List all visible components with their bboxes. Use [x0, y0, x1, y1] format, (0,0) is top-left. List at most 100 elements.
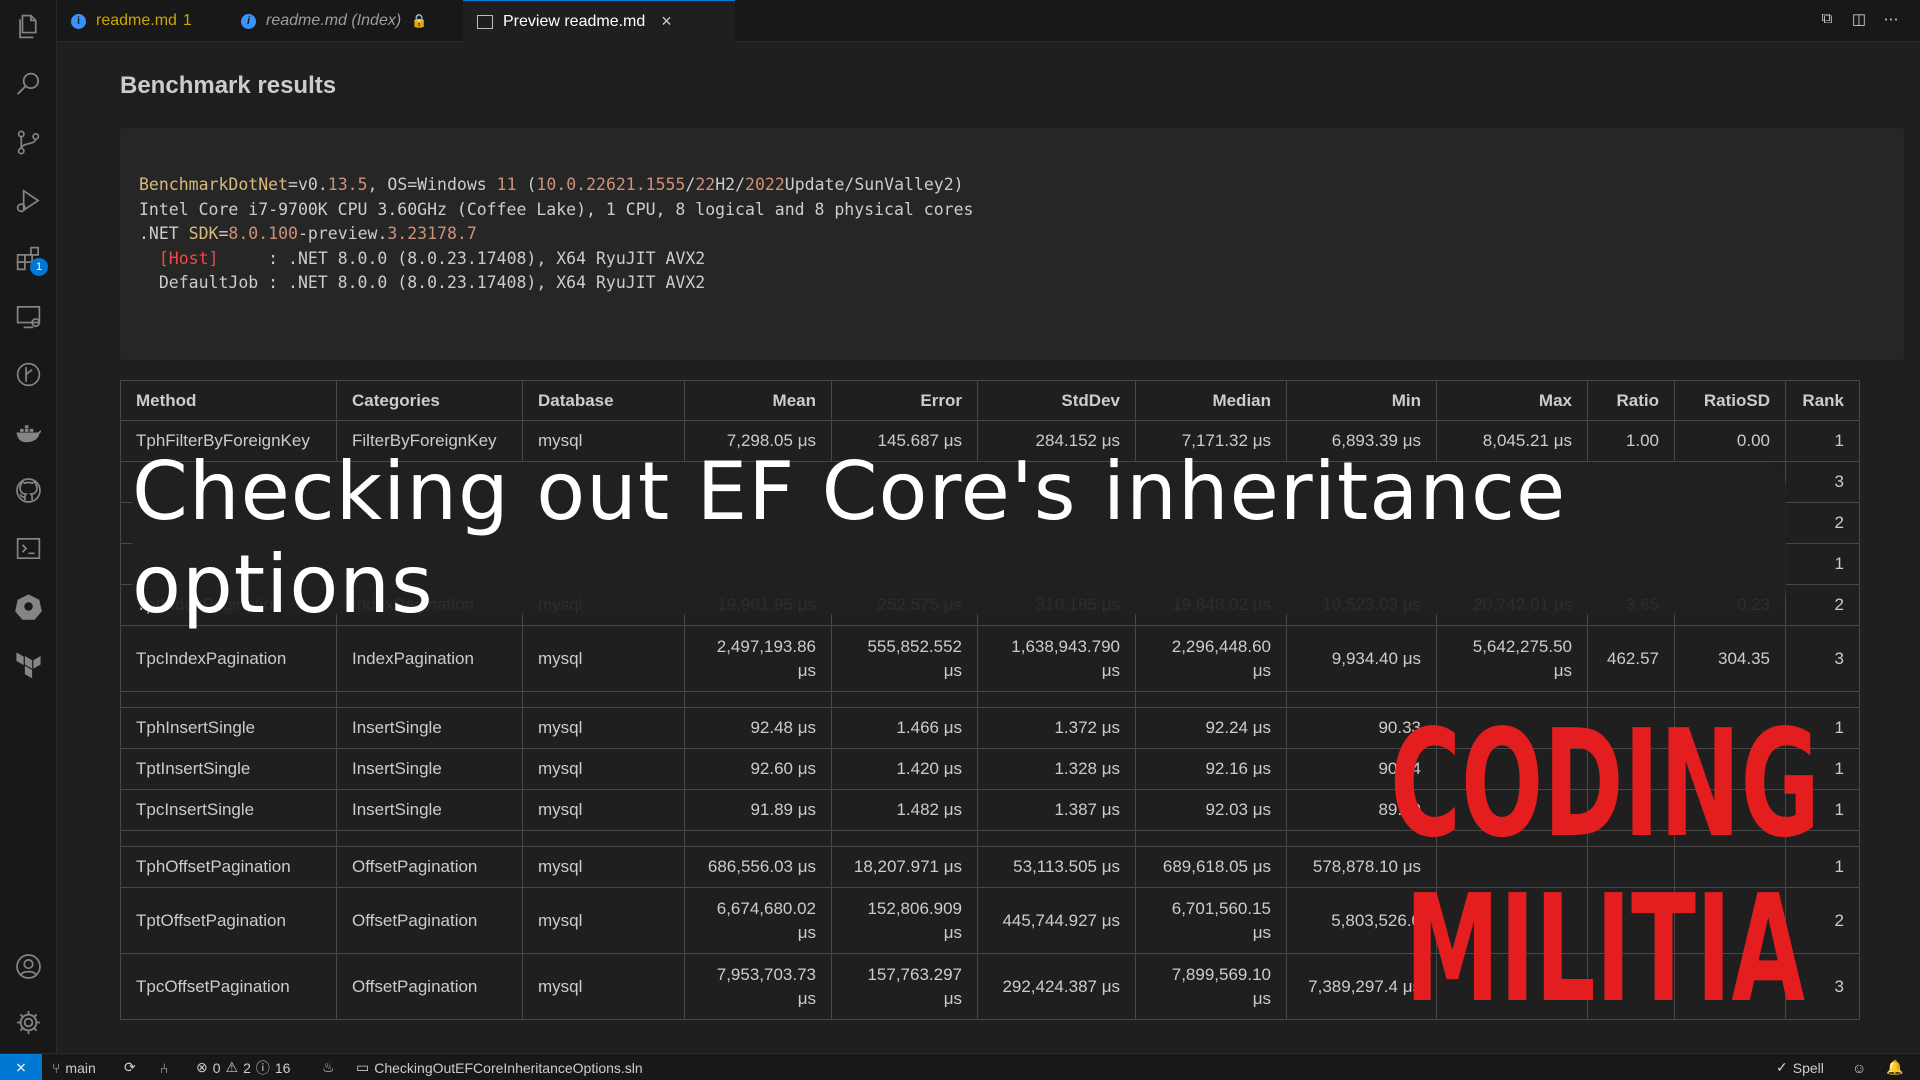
- column-header: Ratio: [1587, 380, 1675, 421]
- solution-indicator[interactable]: ▭ CheckingOutEFCoreInheritanceOptions.sl…: [356, 1054, 643, 1080]
- column-header: Median: [1135, 380, 1287, 421]
- tab-preview-readme[interactable]: Preview readme.md ×: [463, 0, 735, 42]
- table-cell: 304.35: [1674, 625, 1786, 692]
- table-cell: 3: [1785, 625, 1860, 692]
- activity-bar: 1: [0, 0, 57, 1053]
- solution-name: CheckingOutEFCoreInheritanceOptions.sln: [374, 1059, 643, 1076]
- column-header: Min: [1286, 380, 1437, 421]
- table-cell: OffsetPagination: [336, 953, 523, 1020]
- table-cell: 1: [1785, 543, 1860, 585]
- table-cell: mysql: [522, 953, 685, 1020]
- problems-indicator[interactable]: ⊗ 0 ⚠ 2 ⓘ 16: [196, 1054, 290, 1080]
- table-cell: 1.328 μs: [977, 748, 1136, 790]
- table-cell: 292,424.387 μs: [977, 953, 1136, 1020]
- docker-icon[interactable]: [14, 418, 43, 447]
- table-cell: [977, 830, 1136, 847]
- git-graph-status-icon[interactable]: ⑃: [160, 1054, 168, 1080]
- preview-icon: [477, 14, 493, 29]
- code-token: 22: [695, 175, 716, 194]
- code-token: 10.0.22621.1555: [536, 175, 686, 194]
- code-token: SDK: [188, 224, 219, 243]
- tab-label: Preview readme.md: [503, 12, 646, 30]
- table-cell: 6,674,680.02 μs: [684, 887, 832, 954]
- spell-indicator[interactable]: ✓ Spell: [1776, 1054, 1824, 1080]
- split-editor-icon[interactable]: ◫: [1850, 10, 1868, 28]
- table-cell: TpcOffsetPagination: [120, 953, 337, 1020]
- table-cell: 689,618.05 μs: [1135, 846, 1287, 888]
- table-cell: [684, 691, 832, 708]
- notifications-bell-icon[interactable]: 🔔: [1886, 1054, 1903, 1080]
- coding-militia-logo: CODING MILITIA: [1385, 698, 1825, 1035]
- table-cell: [977, 691, 1136, 708]
- table-cell: 1.420 μs: [831, 748, 978, 790]
- table-cell: 92.16 μs: [1135, 748, 1287, 790]
- table-cell: InsertSingle: [336, 789, 523, 831]
- logo-line-2: MILITIA: [1405, 863, 1805, 1010]
- table-cell: 9,934.40 μs: [1286, 625, 1437, 692]
- explorer-icon[interactable]: [14, 12, 43, 41]
- tab-label: readme.md: [96, 12, 177, 29]
- vscode-window: 1 i readme.md 1 i readme.md (Index) 🔒 Pr…: [0, 0, 1920, 1080]
- settings-gear-icon[interactable]: [14, 1008, 43, 1037]
- info-icon: i: [71, 13, 86, 29]
- table-cell: 445,744.927 μs: [977, 887, 1136, 954]
- table-cell: 53,113.505 μs: [977, 846, 1136, 888]
- more-actions-icon[interactable]: ⋯: [1882, 10, 1900, 28]
- column-header: RatioSD: [1674, 380, 1786, 421]
- sync-icon[interactable]: ⟳: [124, 1054, 136, 1080]
- page-title: Benchmark results: [120, 72, 337, 99]
- table-cell: [831, 830, 978, 847]
- account-icon[interactable]: [14, 952, 43, 981]
- warning-icon: ⚠: [225, 1059, 239, 1075]
- tab-readme[interactable]: i readme.md 1: [57, 0, 227, 42]
- folder-icon: ▭: [356, 1059, 370, 1075]
- branch-name: main: [65, 1059, 96, 1076]
- table-cell: [831, 691, 978, 708]
- error-count: 0: [212, 1059, 221, 1076]
- run-debug-icon[interactable]: [14, 186, 43, 215]
- tab-bar: i readme.md 1 i readme.md (Index) 🔒 Prev…: [57, 0, 1920, 42]
- kubernetes-icon[interactable]: [14, 592, 43, 621]
- column-header: StdDev: [977, 380, 1136, 421]
- table-cell: InsertSingle: [336, 748, 523, 790]
- table-cell: [522, 830, 685, 847]
- feedback-icon[interactable]: ☺: [1852, 1054, 1866, 1080]
- code-token: /: [685, 175, 696, 194]
- column-header: Database: [522, 380, 685, 421]
- open-source-icon[interactable]: ⧉: [1818, 10, 1836, 28]
- flame-icon[interactable]: ♨: [322, 1054, 335, 1080]
- remote-explorer-icon[interactable]: [14, 302, 43, 331]
- code-token: 13.5: [327, 175, 368, 194]
- extensions-badge: 1: [30, 258, 48, 276]
- code-token: BenchmarkDotNet: [139, 175, 289, 194]
- table-cell: OffsetPagination: [336, 846, 523, 888]
- table-cell: 2,296,448.60 μs: [1135, 625, 1287, 692]
- branch-indicator[interactable]: ⑂ main: [52, 1054, 96, 1080]
- branch-icon: ⑂: [52, 1059, 61, 1076]
- code-token: , OS=Windows: [367, 175, 497, 194]
- table-cell: 5,642,275.50 μs: [1436, 625, 1588, 692]
- table-cell: [120, 691, 337, 708]
- terraform-icon[interactable]: [14, 650, 43, 679]
- code-token: =v0.: [288, 175, 328, 194]
- code-token: 2022: [745, 175, 785, 194]
- github-icon[interactable]: [14, 476, 43, 505]
- table-cell: 462.57: [1587, 625, 1675, 692]
- code-token: H2/: [715, 175, 746, 194]
- code-token: 3.23178.7: [387, 224, 477, 243]
- warning-count: 2: [243, 1059, 251, 1076]
- close-icon[interactable]: ×: [661, 11, 672, 32]
- tab-problem-count: 1: [182, 12, 192, 29]
- search-icon[interactable]: [14, 70, 43, 99]
- table-cell: [1135, 830, 1287, 847]
- source-control-icon[interactable]: [14, 128, 43, 157]
- tab-readme-index[interactable]: i readme.md (Index) 🔒: [227, 0, 433, 42]
- table-cell: 686,556.03 μs: [684, 846, 832, 888]
- logo-line-1: CODING: [1390, 705, 1820, 870]
- code-block: BenchmarkDotNet=v0.13.5, OS=Windows 11 (…: [120, 128, 1904, 360]
- lock-icon: 🔒: [411, 13, 428, 28]
- remote-indicator-icon[interactable]: ⨯: [0, 1054, 42, 1080]
- git-graph-icon[interactable]: [14, 360, 43, 389]
- table-cell: 3: [1785, 461, 1860, 503]
- terminal-icon[interactable]: [14, 534, 43, 563]
